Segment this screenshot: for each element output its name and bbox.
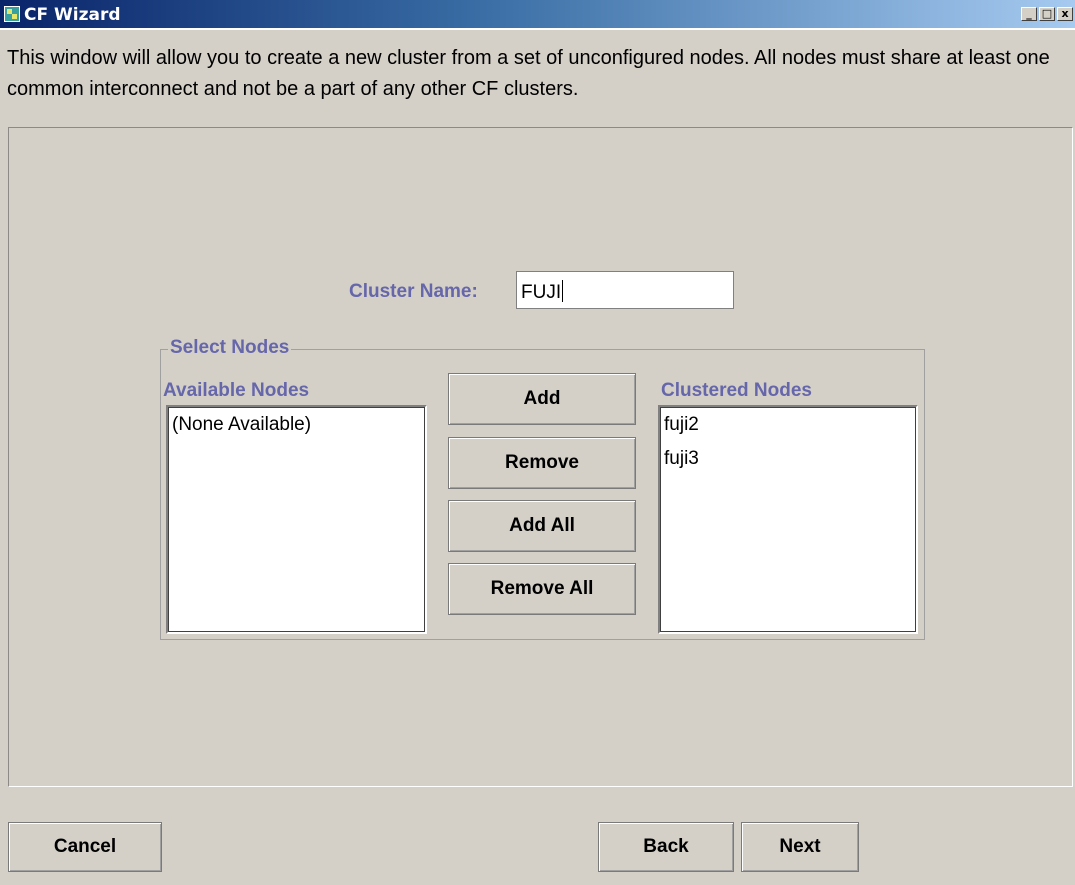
next-button[interactable]: Next	[741, 822, 859, 872]
back-button[interactable]: Back	[598, 822, 734, 872]
list-item[interactable]: fuji2	[660, 407, 916, 441]
remove-all-button[interactable]: Remove All	[448, 563, 636, 615]
list-item[interactable]: fuji3	[660, 441, 916, 475]
cluster-name-value: FUJI	[521, 282, 562, 303]
text-caret	[562, 280, 564, 302]
clustered-nodes-label: Clustered Nodes	[661, 380, 812, 401]
select-nodes-title: Select Nodes	[168, 337, 292, 359]
available-nodes-list[interactable]: (None Available)	[166, 405, 427, 634]
add-button[interactable]: Add	[448, 373, 636, 425]
close-icon[interactable]: x	[1057, 7, 1073, 21]
maximize-icon[interactable]: □	[1039, 7, 1055, 21]
remove-button[interactable]: Remove	[448, 437, 636, 489]
cluster-name-label: Cluster Name:	[349, 281, 478, 302]
available-nodes-label: Available Nodes	[163, 380, 310, 401]
window-controls: _ □ x	[1021, 7, 1073, 21]
title-bar: CF Wizard _ □ x	[0, 0, 1075, 30]
app-icon	[4, 6, 20, 22]
description-text: This window will allow you to create a n…	[7, 47, 1050, 100]
list-item[interactable]: (None Available)	[168, 407, 425, 441]
window-title: CF Wizard	[24, 5, 121, 25]
clustered-nodes-list[interactable]: fuji2 fuji3	[658, 405, 918, 634]
cluster-name-input[interactable]: FUJI	[516, 271, 734, 309]
minimize-icon[interactable]: _	[1021, 7, 1037, 21]
add-all-button[interactable]: Add All	[448, 500, 636, 552]
cancel-button[interactable]: Cancel	[8, 822, 162, 872]
